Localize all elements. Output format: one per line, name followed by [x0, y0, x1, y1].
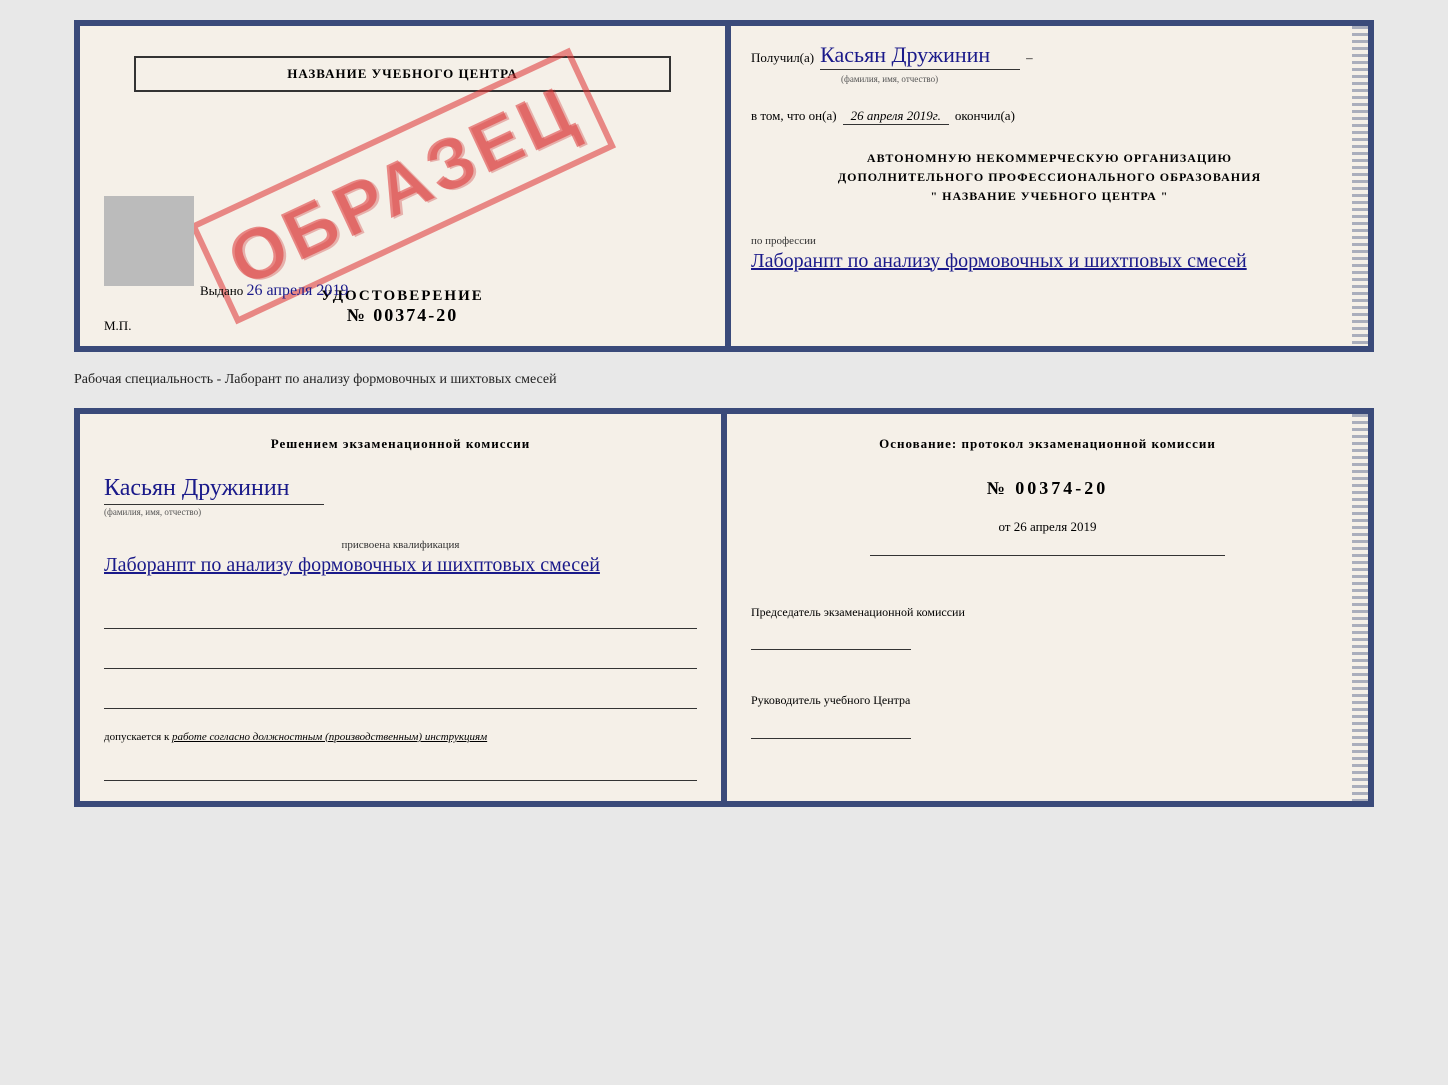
commission-header: Решением экзаменационной комиссии: [104, 434, 697, 455]
received-name-sublabel: (фамилия, имя, отчество): [841, 74, 938, 84]
bottom-doc-right: Основание: протокол экзаменационной коми…: [724, 414, 1368, 801]
received-prefix: Получил(а): [751, 50, 814, 66]
profession-value: Лаборанпт по анализу формовочных и шихтп…: [751, 247, 1348, 275]
right-border-decoration: [1352, 26, 1368, 346]
person-name-section: Касьян Дружинин (фамилия, имя, отчество): [104, 475, 697, 517]
issued-date-value: 26 апреля 2019: [247, 282, 349, 299]
signature-line-1: [104, 609, 697, 629]
chairman-signature-line: [751, 624, 911, 650]
issued-date-section: Выдано 26 апреля 2019: [200, 282, 348, 300]
person-sublabel: (фамилия, имя, отчество): [104, 507, 697, 517]
school-name-box: НАЗВАНИЕ УЧЕБНОГО ЦЕНТРА: [134, 56, 671, 92]
right-border-decoration-bottom: [1352, 414, 1368, 801]
top-doc-right: Получил(а) Касьян Дружинин – (фамилия, и…: [728, 26, 1368, 346]
date-underline: [870, 555, 1226, 556]
person-name: Касьян Дружинин: [104, 475, 324, 505]
org-line2: ДОПОЛНИТЕЛЬНОГО ПРОФЕССИОНАЛЬНОГО ОБРАЗО…: [751, 168, 1348, 187]
qualification-value: Лаборанпт по анализу формовочных и шихпт…: [104, 551, 697, 579]
director-signature-line: [751, 713, 911, 739]
chairman-label: Председатель экзаменационной комиссии: [751, 604, 1344, 621]
director-section: Руководитель учебного Центра: [751, 684, 1344, 739]
dash-separator: –: [1026, 50, 1033, 66]
допускается-prefix: допускается к: [104, 731, 169, 743]
protocol-number: № 00374-20: [751, 478, 1344, 499]
top-document: НАЗВАНИЕ УЧЕБНОГО ЦЕНТРА УДОСТОВЕРЕНИЕ №…: [74, 20, 1374, 352]
school-name-text: НАЗВАНИЕ УЧЕБНОГО ЦЕНТРА: [287, 66, 518, 81]
top-doc-left: НАЗВАНИЕ УЧЕБНОГО ЦЕНТРА УДОСТОВЕРЕНИЕ №…: [80, 26, 728, 346]
from-date-value: 26 апреля 2019: [1014, 519, 1097, 534]
org-line3: " НАЗВАНИЕ УЧЕБНОГО ЦЕНТРА ": [751, 187, 1348, 206]
bottom-doc-left: Решением экзаменационной комиссии Касьян…: [80, 414, 724, 801]
date-value: 26 апреля 2019г.: [843, 108, 949, 125]
допускается-value: работе согласно должностным (производств…: [172, 731, 487, 743]
mp-label: М.П.: [104, 318, 131, 334]
chairman-section: Председатель экзаменационной комиссии: [751, 596, 1344, 651]
received-name: Касьян Дружинин: [820, 42, 1020, 70]
received-line: Получил(а) Касьян Дружинин –: [751, 42, 1348, 70]
signature-line-3: [104, 689, 697, 709]
profession-section: по профессии Лаборанпт по анализу формов…: [751, 235, 1348, 275]
date-suffix: окончил(а): [955, 108, 1015, 124]
date-prefix: в том, что он(а): [751, 108, 837, 124]
допускается-underline: [104, 761, 697, 781]
org-line1: АВТОНОМНУЮ НЕКОММЕРЧЕСКУЮ ОРГАНИЗАЦИЮ: [751, 149, 1348, 168]
bottom-document: Решением экзаменационной комиссии Касьян…: [74, 408, 1374, 807]
director-label: Руководитель учебного Центра: [751, 692, 1344, 709]
cert-number: № 00374-20: [321, 305, 484, 326]
допускается-section: допускается к работе согласно должностны…: [104, 731, 697, 743]
issued-label: Выдано: [200, 283, 243, 298]
profession-label: по профессии: [751, 235, 1348, 247]
signature-line-2: [104, 649, 697, 669]
qualification-section: присвоена квалификация Лаборанпт по анал…: [104, 539, 697, 579]
date-line: в том, что он(а) 26 апреля 2019г. окончи…: [751, 108, 1348, 125]
osnov-header: Основание: протокол экзаменационной коми…: [751, 434, 1344, 454]
org-text: АВТОНОМНУЮ НЕКОММЕРЧЕСКУЮ ОРГАНИЗАЦИЮ ДО…: [751, 149, 1348, 207]
from-label: от: [998, 519, 1010, 534]
photo-placeholder: [104, 196, 194, 286]
from-date-section: от 26 апреля 2019: [751, 519, 1344, 535]
specialty-line: Рабочая специальность - Лаборант по анал…: [74, 368, 1374, 392]
qualification-prefix: присвоена квалификация: [104, 539, 697, 551]
